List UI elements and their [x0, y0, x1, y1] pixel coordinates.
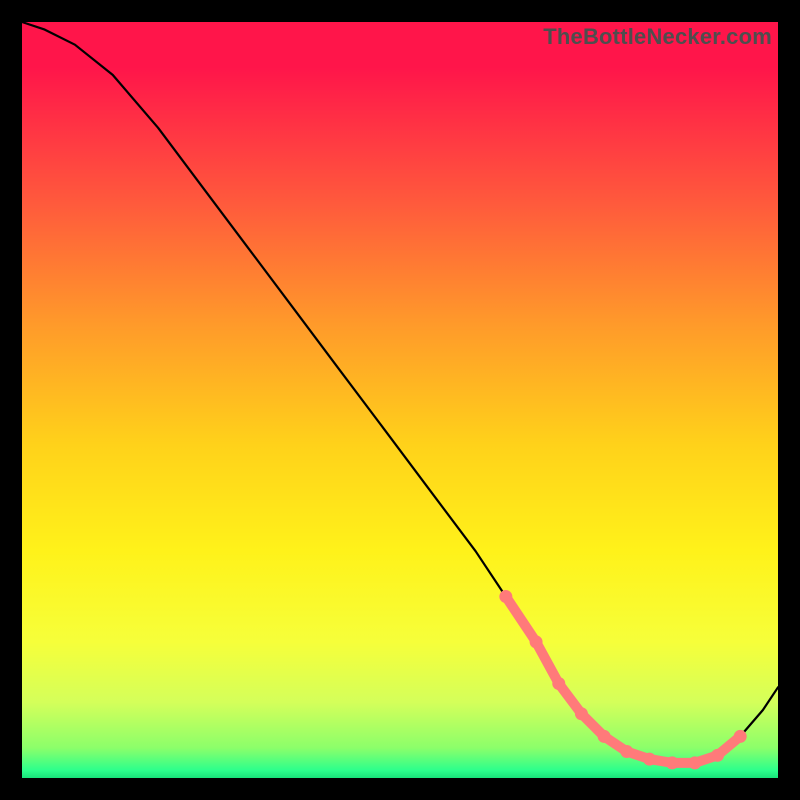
- marker-dot: [575, 707, 588, 720]
- marker-dot: [734, 730, 747, 743]
- watermark-text: TheBottleNecker.com: [543, 24, 772, 50]
- marker-dot: [666, 756, 679, 769]
- plot-area: TheBottleNecker.com: [22, 22, 778, 778]
- marker-group: [499, 590, 746, 769]
- marker-dot: [711, 749, 724, 762]
- marker-dot: [643, 753, 656, 766]
- chart-frame: TheBottleNecker.com: [0, 0, 800, 800]
- marker-dot: [598, 730, 611, 743]
- chart-svg: [22, 22, 778, 778]
- marker-dot: [530, 635, 543, 648]
- bottleneck-curve: [22, 22, 778, 763]
- marker-dot: [552, 677, 565, 690]
- marker-dot: [688, 756, 701, 769]
- marker-dot: [499, 590, 512, 603]
- marker-dash: [536, 642, 559, 684]
- marker-dot: [620, 745, 633, 758]
- marker-dash: [506, 597, 536, 642]
